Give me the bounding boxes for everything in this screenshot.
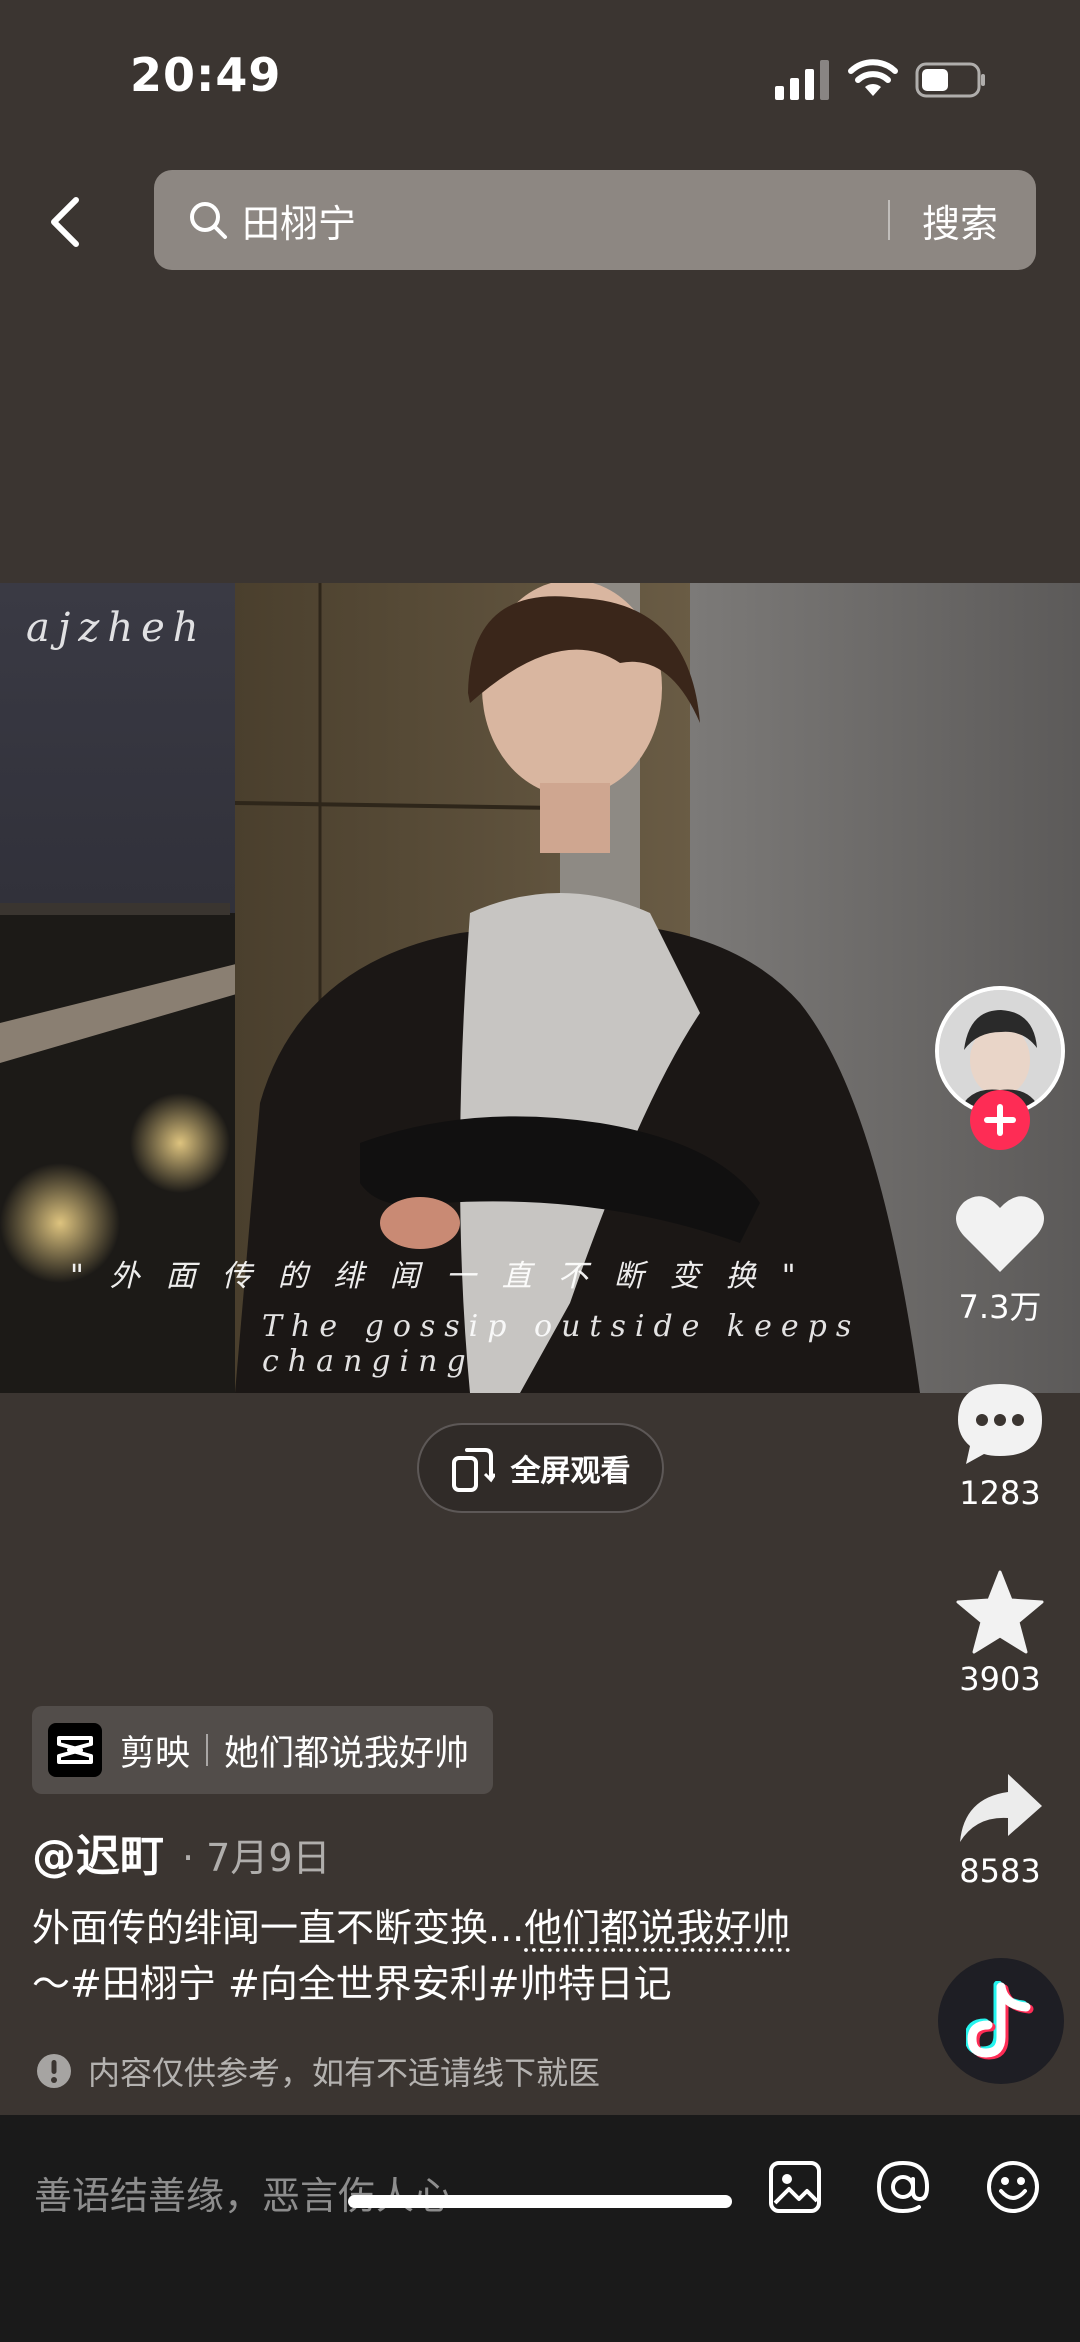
hashtag-diary[interactable]: #帅特日记: [488, 1962, 672, 2006]
capcut-logo-icon: [48, 1723, 102, 1777]
plus-icon: [984, 1104, 1016, 1136]
description-link[interactable]: 他们都说我好帅: [524, 1906, 790, 1950]
emoji-icon[interactable]: [985, 2159, 1041, 2215]
share-count: 8583: [959, 1852, 1041, 1890]
author-name[interactable]: @迟町: [32, 1820, 164, 1884]
search-divider: [887, 200, 890, 240]
comment-bar: 善语结善缘，恶言伤人心: [0, 2115, 1080, 2342]
capcut-divider: [206, 1734, 209, 1766]
chevron-left-icon: [51, 197, 79, 247]
music-disc-button[interactable]: [938, 1958, 1064, 2084]
status-time: 20:49: [130, 48, 282, 102]
hashtag-tianxuning[interactable]: #田栩宁: [70, 1962, 216, 2006]
comment-button[interactable]: 1283: [930, 1380, 1070, 1512]
favorite-button[interactable]: 3903: [930, 1570, 1070, 1698]
video-player[interactable]: ajzheh "外面传的绯闻一直不断变换" The gossip outside…: [0, 583, 1080, 1393]
comment-icon: [958, 1384, 1042, 1464]
description-text: 外面传的绯闻一直不断变换...: [32, 1906, 525, 1950]
hashtag-recommend[interactable]: #向全世界安利: [216, 1962, 488, 2006]
mention-icon[interactable]: [875, 2159, 931, 2215]
comment-count: 1283: [959, 1474, 1041, 1512]
info-icon: [37, 2054, 71, 2088]
capcut-template-name: 她们都说我好帅: [224, 1733, 470, 1774]
capcut-app-name: 剪映: [120, 1733, 191, 1774]
share-arrow-icon: [960, 1774, 1042, 1842]
home-indicator: [348, 2195, 732, 2208]
tiktok-logo-icon: [966, 1981, 1034, 2060]
video-caption-chinese: "外面传的绯闻一直不断变换": [70, 1259, 822, 1294]
image-picker-icon[interactable]: [767, 2159, 823, 2215]
wifi-icon: [848, 59, 898, 96]
author-line: @迟町 · 7月9日: [32, 1820, 331, 1884]
disclaimer: 内容仅供参考，如有不适请线下就医: [36, 2048, 600, 2094]
search-input[interactable]: 田栩宁: [242, 193, 888, 248]
post-description: 外面传的绯闻一直不断变换...他们都说我好帅 ～#田栩宁 #向全世界安利#帅特日记: [32, 1900, 822, 2012]
back-button[interactable]: [32, 190, 96, 254]
description-suffix: ～: [32, 1962, 71, 2006]
capcut-template-tag[interactable]: 剪映 她们都说我好帅: [32, 1706, 494, 1794]
heart-icon: [956, 1196, 1044, 1272]
fullscreen-button[interactable]: 全屏观看: [417, 1423, 664, 1513]
star-icon: [956, 1570, 1044, 1654]
cellular-signal-icon: [775, 60, 829, 100]
follow-button[interactable]: [970, 1090, 1030, 1150]
video-watermark: ajzheh: [26, 605, 207, 651]
status-bar: 20:49: [0, 0, 1080, 150]
comment-input[interactable]: 善语结善缘，恶言伤人心: [34, 2165, 452, 2220]
post-date: · 7月9日: [182, 1836, 331, 1880]
rotate-screen-icon: [451, 1448, 495, 1492]
search-icon: [190, 202, 227, 239]
share-button[interactable]: 8583: [930, 1770, 1070, 1890]
search-bar[interactable]: 田栩宁 搜索: [154, 170, 1036, 270]
search-button[interactable]: 搜索: [922, 193, 998, 248]
like-count: 7.3万: [958, 1288, 1042, 1326]
fullscreen-label: 全屏观看: [510, 1454, 631, 1489]
like-button[interactable]: 7.3万: [930, 1192, 1070, 1328]
battery-icon: [915, 62, 985, 98]
favorite-count: 3903: [959, 1660, 1041, 1698]
disclaimer-text: 内容仅供参考，如有不适请线下就医: [88, 2054, 601, 2092]
